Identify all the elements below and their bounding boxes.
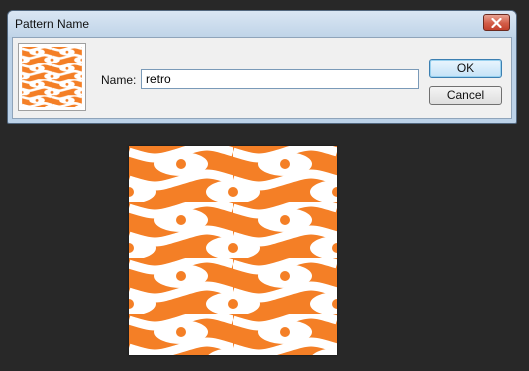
- dialog-titlebar[interactable]: Pattern Name: [8, 11, 516, 37]
- dialog-body: Name: OK Cancel: [12, 37, 512, 119]
- ok-button[interactable]: OK: [429, 59, 502, 78]
- name-label: Name:: [101, 73, 137, 87]
- close-button[interactable]: [483, 14, 510, 31]
- cancel-button[interactable]: Cancel: [429, 86, 502, 105]
- name-input[interactable]: [141, 69, 419, 89]
- pattern-name-dialog: Pattern Name Name: OK Cancel: [7, 10, 517, 124]
- close-icon: [491, 17, 502, 28]
- dialog-title: Pattern Name: [15, 17, 90, 31]
- pattern-thumbnail: [18, 43, 86, 111]
- pattern-preview: [129, 146, 337, 355]
